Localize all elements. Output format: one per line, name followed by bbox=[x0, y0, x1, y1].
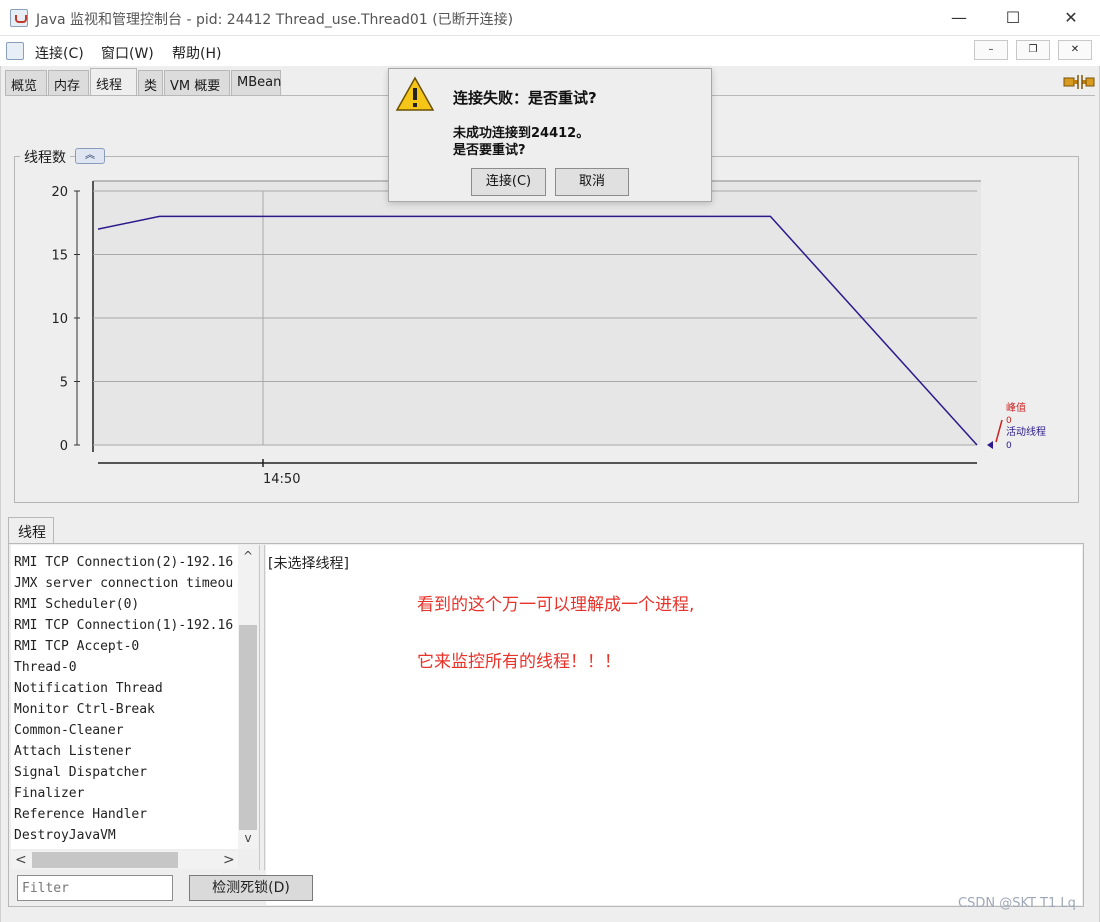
thread-list-item[interactable]: DestroyJavaVM bbox=[14, 825, 116, 846]
thread-list-vertical-scrollbar[interactable]: ^ v bbox=[238, 545, 258, 849]
active-threads-legend-marker bbox=[987, 441, 993, 449]
peak-legend-marker bbox=[995, 419, 1003, 443]
thread-list-item[interactable]: Monitor Ctrl-Break bbox=[14, 699, 155, 720]
y-tick-label: 5 bbox=[60, 376, 68, 391]
scroll-down-icon[interactable]: v bbox=[238, 831, 258, 845]
thread-list-item[interactable]: Notification Thread bbox=[14, 678, 163, 699]
peak-legend-label: 峰值 bbox=[1006, 401, 1026, 414]
dialog-message-2: 是否要重试? bbox=[453, 143, 526, 158]
thread-list-item[interactable]: Common-Cleaner bbox=[14, 720, 124, 741]
thread-list-item[interactable]: RMI TCP Connection(2)-192.16 bbox=[14, 552, 233, 573]
thread-list-item[interactable]: JMX server connection timeou bbox=[14, 573, 233, 594]
cancel-button[interactable]: 取消 bbox=[555, 168, 629, 196]
thread-list-item[interactable]: Reference Handler bbox=[14, 804, 147, 825]
thread-list[interactable]: RMI TCP Connection(2)-192.16 JMX server c… bbox=[11, 545, 238, 849]
threads-section-tab[interactable]: 线程 bbox=[8, 517, 54, 543]
scrollbar-thumb[interactable] bbox=[239, 625, 257, 830]
scroll-left-icon[interactable]: < bbox=[15, 851, 27, 869]
thread-detail-pane: [未选择线程] 看到的这个万一可以理解成一个进程, 它来监控所有的线程！！！ bbox=[266, 545, 1082, 905]
thread-list-horizontal-scrollbar[interactable]: < > bbox=[11, 851, 238, 869]
no-thread-selected-label: [未选择线程] bbox=[268, 556, 349, 572]
thread-list-item[interactable]: Attach Listener bbox=[14, 741, 131, 762]
warning-icon bbox=[395, 76, 435, 111]
detect-deadlock-button[interactable]: 检测死锁(D) bbox=[189, 875, 313, 901]
scroll-up-icon[interactable]: ^ bbox=[238, 549, 258, 563]
y-tick-label: 15 bbox=[51, 249, 68, 264]
thread-list-item[interactable]: RMI Scheduler(0) bbox=[14, 594, 139, 615]
csdn-watermark: CSDN @SKT T1 Lq bbox=[958, 896, 1076, 911]
split-pane-divider[interactable] bbox=[259, 545, 265, 870]
thread-list-item[interactable]: Thread-0 bbox=[14, 657, 77, 678]
thread-list-item[interactable]: RMI TCP Connection(1)-192.16 bbox=[14, 615, 233, 636]
scroll-right-icon[interactable]: > bbox=[223, 851, 235, 869]
thread-list-item[interactable]: Signal Dispatcher bbox=[14, 762, 147, 783]
thread-list-item[interactable]: RMI TCP Accept-0 bbox=[14, 636, 139, 657]
active-threads-legend-label: 活动线程 bbox=[1006, 425, 1046, 438]
connection-failed-dialog: 连接失败：是否重试? 未成功连接到24412。 是否要重试? 连接(C) 取消 bbox=[388, 68, 712, 202]
annotation-text-1: 看到的这个万一可以理解成一个进程, bbox=[417, 595, 695, 615]
peak-legend-value: 0 bbox=[1006, 416, 1012, 426]
thread-list-item[interactable]: Finalizer bbox=[14, 783, 84, 804]
active-threads-legend-value: 0 bbox=[1006, 441, 1012, 451]
dialog-title: 连接失败：是否重试? bbox=[453, 89, 597, 107]
y-tick-label: 0 bbox=[60, 439, 68, 454]
annotation-text-2: 它来监控所有的线程！！！ bbox=[417, 652, 621, 672]
plot-area bbox=[93, 181, 981, 445]
y-tick-label: 20 bbox=[51, 185, 68, 200]
x-tick-label: 14:50 bbox=[263, 472, 300, 487]
connect-button[interactable]: 连接(C) bbox=[471, 168, 546, 196]
y-tick-label: 10 bbox=[51, 312, 68, 327]
thread-filter-input[interactable] bbox=[17, 875, 173, 901]
scrollbar-thumb[interactable] bbox=[32, 852, 178, 868]
